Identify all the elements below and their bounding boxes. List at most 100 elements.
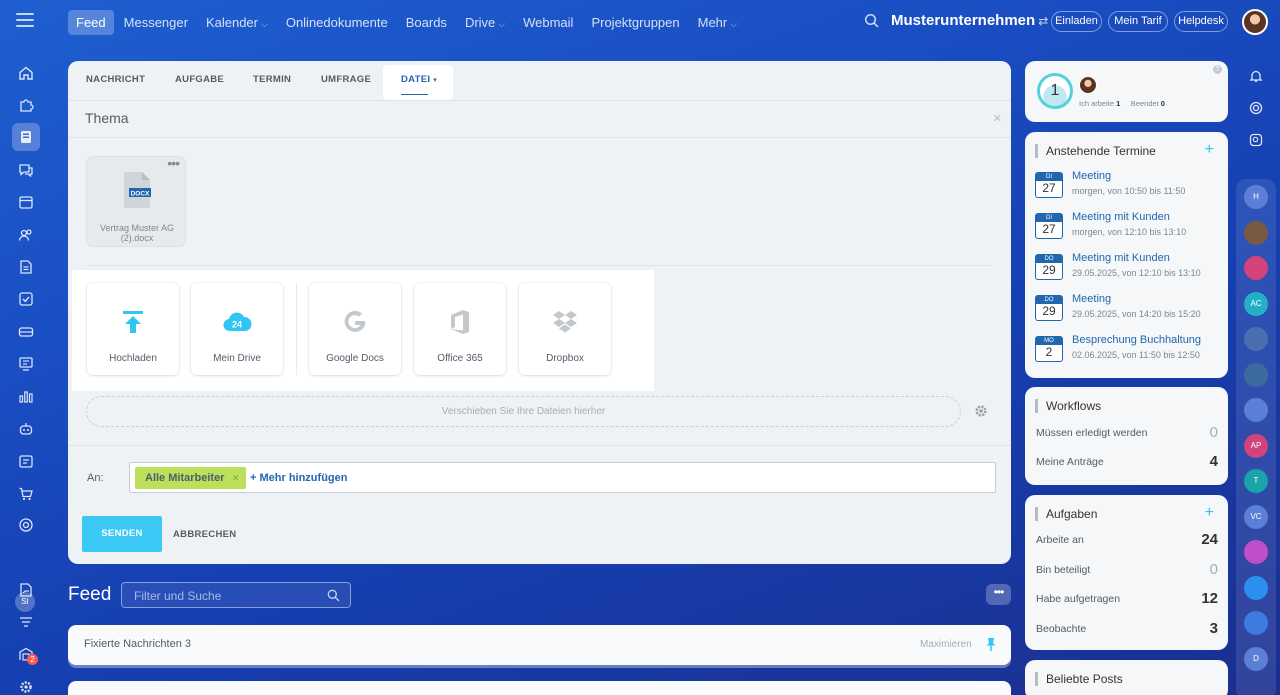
chat-avatar[interactable]: D	[1244, 646, 1268, 671]
chat-avatar[interactable]: VC	[1244, 504, 1268, 529]
tab-file[interactable]: DATEI ▾	[401, 74, 437, 85]
search-icon[interactable]	[864, 13, 880, 29]
attached-file[interactable]: ••• DOCX Vertrag Muster AG (2).docx	[86, 155, 186, 247]
event-title[interactable]: Meeting mit Kunden	[1072, 252, 1170, 264]
target-icon[interactable]	[1244, 96, 1268, 120]
cancel-button[interactable]: ABBRECHEN	[173, 529, 236, 540]
menu-icon[interactable]	[16, 13, 34, 29]
pin-icon[interactable]	[985, 637, 997, 651]
tab-poll[interactable]: UMFRAGE	[321, 74, 371, 85]
add-event-button[interactable]: +	[1205, 141, 1214, 159]
filter-icon[interactable]	[12, 608, 40, 636]
helpdesk-button[interactable]: Helpdesk	[1174, 11, 1228, 32]
tasks-row[interactable]: Bin beteiligt 0	[1036, 561, 1218, 579]
remove-icon[interactable]: ✕	[232, 467, 240, 489]
company-name[interactable]: Musterunternehmen ⇄	[891, 12, 1048, 29]
chat-avatar[interactable]	[1244, 611, 1268, 635]
nav-item-drive[interactable]: Drive ⌵	[457, 10, 513, 35]
contacts-icon[interactable]	[12, 221, 40, 249]
nav-item-webmail[interactable]: Webmail	[515, 10, 581, 35]
chat-avatar[interactable]: H	[1244, 185, 1268, 209]
upload-source-drive[interactable]: 24 Mein Drive	[191, 283, 283, 375]
chat-avatar[interactable]	[1244, 540, 1268, 564]
help-icon[interactable]: ?	[1213, 65, 1222, 74]
chat-avatar[interactable]	[1244, 256, 1268, 280]
tariff-button[interactable]: Mein Tarif	[1108, 11, 1168, 32]
document-icon[interactable]	[12, 253, 40, 281]
puzzle-icon[interactable]	[12, 91, 40, 119]
tasks-row[interactable]: Habe aufgetragen 12	[1036, 590, 1218, 608]
timeman-widget[interactable]: 1 Ich arbeite 1 Beendet 0 ?	[1025, 61, 1228, 122]
event-item[interactable]: DI 27 Meeting mit Kunden morgen, von 12:…	[1035, 211, 1221, 243]
robot-icon[interactable]	[12, 415, 40, 443]
tab-message[interactable]: NACHRICHT	[86, 74, 145, 85]
more-icon[interactable]: •••	[167, 155, 180, 171]
switch-icon[interactable]: ⇄	[1038, 14, 1048, 28]
event-item[interactable]: MO 2 Besprechung Buchhaltung 02.06.2025,…	[1035, 334, 1221, 366]
sign-icon[interactable]	[12, 576, 40, 604]
event-item[interactable]: DO 29 Meeting mit Kunden 29.05.2025, von…	[1035, 252, 1221, 284]
tasks-row[interactable]: Beobachte 3	[1036, 620, 1218, 638]
upload-source-office[interactable]: Office 365	[414, 283, 506, 375]
nav-item-messenger[interactable]: Messenger	[116, 10, 196, 35]
chat-avatar[interactable]: AC	[1244, 291, 1268, 316]
recipients-field[interactable]: Alle Mitarbeiter ✕ + Mehr hinzufügen	[129, 462, 996, 493]
event-title[interactable]: Meeting mit Kunden	[1072, 211, 1170, 223]
maximize-link[interactable]: Maximieren	[920, 639, 972, 650]
feed-more-button[interactable]: •••	[986, 584, 1011, 605]
planner-icon[interactable]	[12, 447, 40, 475]
event-item[interactable]: DI 27 Meeting morgen, von 10:50 bis 11:5…	[1035, 170, 1221, 202]
gear-icon[interactable]	[974, 404, 988, 418]
cart-icon[interactable]	[12, 480, 40, 508]
pinned-messages[interactable]: Fixierte Nachrichten 3 Maximieren	[68, 625, 1011, 665]
tasks-icon[interactable]	[12, 285, 40, 313]
event-title[interactable]: Meeting	[1072, 293, 1111, 305]
upload-source-google[interactable]: Google Docs	[309, 283, 401, 375]
home-icon[interactable]	[12, 59, 40, 87]
invite-button[interactable]: Einladen	[1051, 11, 1102, 32]
workflows-row[interactable]: Meine Anträge 4	[1036, 453, 1218, 471]
nav-item-feed[interactable]: Feed	[68, 10, 114, 35]
tasks-row[interactable]: Arbeite an 24	[1036, 531, 1218, 549]
chat-avatar[interactable]: T	[1244, 469, 1268, 493]
recipient-tag[interactable]: Alle Mitarbeiter ✕	[135, 467, 247, 489]
nav-item-projektgruppen[interactable]: Projektgruppen	[583, 10, 687, 35]
chat-avatar[interactable]	[1244, 220, 1268, 245]
workflows-row[interactable]: Müssen erledigt werden 0	[1036, 424, 1218, 442]
chat-avatar[interactable]	[1244, 575, 1268, 600]
chat-avatar[interactable]: AP	[1244, 433, 1268, 458]
close-icon[interactable]: ✕	[993, 112, 1002, 125]
upload-source-local[interactable]: Hochladen	[87, 283, 179, 375]
drive-icon[interactable]	[12, 318, 40, 346]
nav-item-boards[interactable]: Boards	[398, 10, 455, 35]
chat-avatar[interactable]	[1244, 362, 1268, 387]
search-chat-icon[interactable]	[1244, 128, 1268, 152]
event-item[interactable]: DO 29 Meeting 29.05.2025, von 14:20 bis …	[1035, 293, 1221, 325]
target-icon[interactable]	[12, 511, 40, 539]
work-day-indicator[interactable]: 1	[1037, 73, 1073, 109]
event-title[interactable]: Meeting	[1072, 170, 1111, 182]
user-avatar[interactable]	[1242, 9, 1268, 35]
event-title[interactable]: Besprechung Buchhaltung	[1072, 334, 1201, 346]
tab-event[interactable]: TERMIN	[253, 74, 291, 85]
file-dropzone[interactable]: Verschieben Sie Ihre Dateien hierher	[86, 396, 961, 427]
calendar-icon[interactable]	[12, 188, 40, 216]
feed-icon[interactable]	[12, 123, 40, 151]
subject-field[interactable]: Thema ✕	[68, 100, 1011, 138]
settings-icon[interactable]	[12, 673, 40, 695]
nav-item-onlinedokumente[interactable]: Onlinedokumente	[278, 10, 396, 35]
chat-icon[interactable]	[12, 156, 40, 184]
add-recipient-link[interactable]: + Mehr hinzufügen	[250, 472, 347, 484]
search-icon[interactable]	[327, 589, 340, 602]
chart-icon[interactable]	[12, 382, 40, 410]
nav-item-kalender[interactable]: Kalender ⌵	[198, 10, 276, 35]
monitor-icon[interactable]	[12, 350, 40, 378]
tab-task[interactable]: AUFGABE	[175, 74, 224, 85]
upload-source-dropbox[interactable]: Dropbox	[519, 283, 611, 375]
nav-item-mehr[interactable]: Mehr ⌵	[690, 10, 745, 35]
chat-avatar[interactable]	[1244, 398, 1268, 422]
add-task-button[interactable]: +	[1205, 504, 1214, 522]
bell-icon[interactable]	[1244, 64, 1268, 88]
send-button[interactable]: SENDEN	[82, 516, 162, 552]
feed-search-input[interactable]: Filter und Suche	[121, 582, 351, 608]
